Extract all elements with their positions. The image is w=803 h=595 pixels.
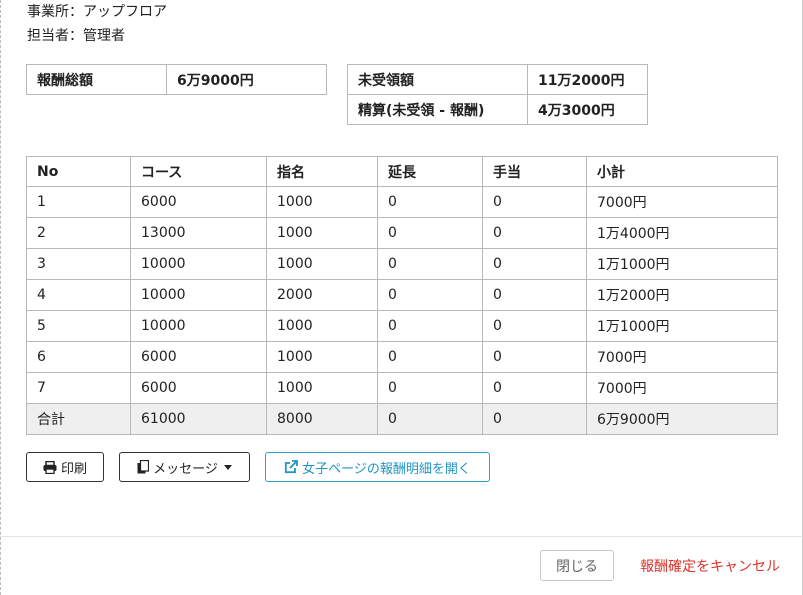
cell-no: 7 (26, 372, 131, 404)
table-row: 2 13000 1000 0 0 1万4000円 (26, 217, 778, 249)
unreceived-value: 11万2000円 (527, 64, 648, 95)
cell-nomination: 1000 (266, 341, 378, 373)
cell-allowance: 0 (482, 310, 587, 342)
cell-course: 10000 (130, 310, 267, 342)
settlement-value: 4万3000円 (527, 94, 648, 125)
col-header-allowance: 手当 (482, 156, 587, 187)
print-button[interactable]: 印刷 (26, 452, 104, 482)
unreceived-row: 未受領額 11万2000円 (347, 64, 648, 95)
message-dropdown-button[interactable]: メッセージ (119, 452, 250, 482)
reward-detail-table: No コース 指名 延長 手当 小計 1 6000 1000 0 0 7000円… (26, 156, 778, 435)
cell-subtotal: 7000円 (586, 372, 778, 404)
cell-allowance: 0 (482, 217, 587, 249)
staff-info: 担当者：管理者 (27, 25, 125, 45)
cell-subtotal: 1万2000円 (586, 279, 778, 311)
col-header-extension: 延長 (377, 156, 483, 187)
print-label: 印刷 (60, 461, 87, 477)
settlement-summary-table: 未受領額 11万2000円 精算(未受領 - 報酬) 4万3000円 (347, 64, 648, 125)
col-header-course: コース (130, 156, 267, 187)
cancel-confirmation-link[interactable]: 報酬確定をキャンセル (640, 556, 780, 576)
cell-subtotal: 1万1000円 (586, 248, 778, 280)
cell-allowance: 0 (482, 279, 587, 311)
reward-total-label: 報酬総額 (26, 64, 167, 95)
cell-extension: 0 (377, 217, 483, 249)
table-row: 3 10000 1000 0 0 1万1000円 (26, 248, 778, 280)
table-row: 1 6000 1000 0 0 7000円 (26, 186, 778, 218)
col-header-no: No (26, 156, 131, 187)
total-course: 61000 (130, 403, 267, 435)
cell-no: 6 (26, 341, 131, 373)
cell-extension: 0 (377, 186, 483, 218)
staff-label: 担当者： (27, 28, 83, 44)
left-border (0, 0, 2, 595)
total-subtotal: 6万9000円 (586, 403, 778, 435)
cell-allowance: 0 (482, 248, 587, 280)
caret-down-icon (223, 464, 232, 470)
office-label: 事業所： (27, 4, 83, 20)
cell-course: 6000 (130, 372, 267, 404)
cell-nomination: 1000 (266, 217, 378, 249)
settlement-row: 精算(未受領 - 報酬) 4万3000円 (347, 94, 648, 125)
cell-nomination: 1000 (266, 310, 378, 342)
office-info: 事業所：アップフロア (27, 1, 167, 21)
cell-nomination: 1000 (266, 372, 378, 404)
open-reward-detail-button[interactable]: 女子ページの報酬明細を開く (265, 452, 490, 482)
table-header-row: No コース 指名 延長 手当 小計 (26, 156, 778, 187)
table-row: 4 10000 2000 0 0 1万2000円 (26, 279, 778, 311)
table-row: 6 6000 1000 0 0 7000円 (26, 341, 778, 373)
reward-total-value: 6万9000円 (166, 64, 327, 95)
staff-value: 管理者 (83, 28, 125, 44)
print-icon (43, 460, 57, 474)
total-allowance: 0 (482, 403, 587, 435)
cell-nomination: 1000 (266, 248, 378, 280)
cell-extension: 0 (377, 341, 483, 373)
cell-subtotal: 7000円 (586, 341, 778, 373)
cell-allowance: 0 (482, 186, 587, 218)
cell-no: 1 (26, 186, 131, 218)
total-extension: 0 (377, 403, 483, 435)
cell-extension: 0 (377, 372, 483, 404)
close-button[interactable]: 閉じる (540, 550, 614, 581)
cell-course: 10000 (130, 279, 267, 311)
cell-allowance: 0 (482, 372, 587, 404)
cell-course: 6000 (130, 341, 267, 373)
settlement-label: 精算(未受領 - 報酬) (347, 94, 528, 125)
office-value: アップフロア (83, 4, 167, 20)
cell-course: 6000 (130, 186, 267, 218)
cell-no: 5 (26, 310, 131, 342)
copy-icon (137, 460, 150, 474)
cell-nomination: 1000 (266, 186, 378, 218)
cell-course: 13000 (130, 217, 267, 249)
cell-allowance: 0 (482, 341, 587, 373)
reward-total-row: 報酬総額 6万9000円 (26, 64, 327, 95)
cell-extension: 0 (377, 279, 483, 311)
table-row: 5 10000 1000 0 0 1万1000円 (26, 310, 778, 342)
cell-subtotal: 7000円 (586, 186, 778, 218)
unreceived-label: 未受領額 (347, 64, 528, 95)
table-row: 7 6000 1000 0 0 7000円 (26, 372, 778, 404)
external-link-icon (285, 460, 299, 474)
cell-no: 3 (26, 248, 131, 280)
cell-subtotal: 1万4000円 (586, 217, 778, 249)
total-row: 合計 61000 8000 0 0 6万9000円 (26, 403, 778, 435)
cell-subtotal: 1万1000円 (586, 310, 778, 342)
close-label: 閉じる (556, 558, 598, 575)
cell-no: 4 (26, 279, 131, 311)
cell-course: 10000 (130, 248, 267, 280)
cell-no: 2 (26, 217, 131, 249)
col-header-subtotal: 小計 (586, 156, 778, 187)
col-header-nomination: 指名 (266, 156, 378, 187)
reward-summary-table: 報酬総額 6万9000円 (26, 64, 327, 95)
cell-nomination: 2000 (266, 279, 378, 311)
total-label: 合計 (26, 403, 131, 435)
cell-extension: 0 (377, 310, 483, 342)
open-reward-detail-label: 女子ページの報酬明細を開く (302, 461, 471, 477)
cell-extension: 0 (377, 248, 483, 280)
total-nomination: 8000 (266, 403, 378, 435)
footer-divider (0, 536, 803, 537)
message-label: メッセージ (153, 461, 218, 477)
